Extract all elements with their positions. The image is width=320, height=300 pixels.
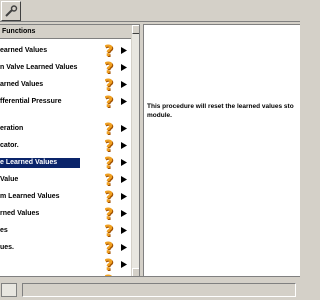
play-arrow-icon[interactable] (120, 63, 128, 72)
list-item-label: cator. (0, 142, 19, 149)
list-item-label: es (0, 227, 8, 234)
tool-button[interactable] (1, 1, 21, 21)
wrench-icon (5, 5, 18, 17)
scroll-down-button[interactable] (132, 268, 139, 276)
list-item[interactable]: fferential Pressure? (0, 93, 139, 110)
list-item-label: ues. (0, 244, 15, 251)
functions-list: earned Values? n Valve Learned Values? arn… (0, 42, 139, 276)
question-icon: ? (104, 41, 114, 60)
list-item-label: rned Values (0, 210, 40, 217)
list-item-label: e Learned Values (0, 158, 80, 168)
play-arrow-icon[interactable] (120, 192, 128, 201)
list-item[interactable]: eration? (0, 120, 139, 137)
question-icon: ? (104, 153, 114, 172)
play-arrow-icon[interactable] (120, 141, 128, 150)
question-icon: ? (104, 92, 114, 111)
list-item[interactable]: Value? (0, 171, 139, 188)
question-icon: ? (104, 170, 114, 189)
list-item[interactable]: arned Values? (0, 76, 139, 93)
question-icon: ? (104, 204, 114, 223)
list-item[interactable]: ues.? (0, 239, 139, 256)
play-arrow-icon[interactable] (120, 209, 128, 218)
play-arrow-icon[interactable] (120, 226, 128, 235)
list-item[interactable]: ? (0, 256, 139, 273)
play-arrow-icon[interactable] (120, 260, 128, 269)
play-arrow-icon[interactable] (120, 46, 128, 55)
question-icon: ? (104, 187, 114, 206)
list-item-label (0, 260, 104, 270)
question-icon: ? (104, 221, 114, 240)
question-icon: ? (104, 238, 114, 257)
status-area (0, 276, 300, 300)
list-item-label: n Valve Learned Values (0, 64, 78, 71)
list-item-label: m Learned Values (0, 193, 60, 200)
list-item[interactable]: cator.? (0, 137, 139, 154)
list-item[interactable]: n Valve Learned Values? (0, 59, 139, 76)
question-icon: ? (104, 75, 114, 94)
panel-header: Functions (0, 25, 139, 39)
play-arrow-icon[interactable] (120, 97, 128, 106)
question-icon: ? (104, 119, 114, 138)
play-arrow-icon[interactable] (120, 80, 128, 89)
list-item[interactable]: m Learned Values? (0, 188, 139, 205)
list-item-label: arned Values (0, 81, 44, 88)
scroll-up-button[interactable] (132, 25, 139, 34)
question-icon: ? (104, 136, 114, 155)
list-item[interactable]: es? (0, 222, 139, 239)
status-button[interactable] (1, 283, 17, 297)
description-panel: This procedure will reset the learned va… (143, 24, 300, 276)
list-item-label: earned Values (0, 47, 48, 54)
play-arrow-icon[interactable] (120, 243, 128, 252)
functions-panel: Functions earned Values? n Valve Learned … (0, 24, 140, 276)
list-item-label: Value (0, 176, 19, 183)
list-item[interactable]: e Learned Values? (0, 154, 139, 171)
list-item[interactable]: rned Values? (0, 205, 139, 222)
procedure-description: This procedure will reset the learned va… (147, 103, 294, 119)
toolbar (0, 0, 300, 22)
question-icon: ? (104, 58, 114, 77)
list-item[interactable]: earned Values? (0, 42, 139, 59)
panel-header-label: Functions (2, 28, 36, 35)
play-arrow-icon[interactable] (120, 124, 128, 133)
vertical-scrollbar[interactable] (131, 25, 139, 276)
list-item-label: eration (0, 125, 24, 132)
play-arrow-icon[interactable] (120, 158, 128, 167)
list-item-label: fferential Pressure (0, 98, 62, 105)
status-field (22, 283, 296, 297)
play-arrow-icon[interactable] (120, 175, 128, 184)
